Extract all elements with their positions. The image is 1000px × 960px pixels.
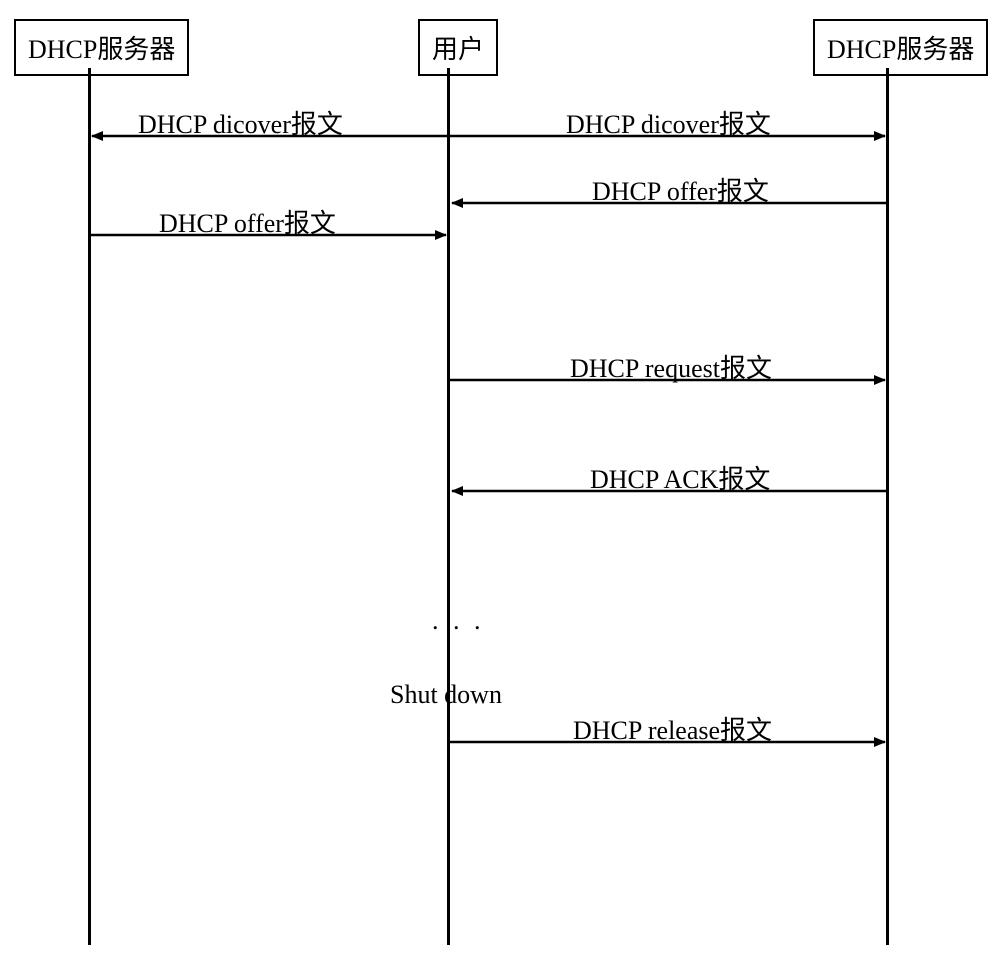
- msg-discover-left-label: DHCP dicover报文: [138, 104, 343, 141]
- participant-left: DHCP服务器: [14, 19, 189, 76]
- participant-middle: 用户: [418, 19, 498, 76]
- participant-right: DHCP服务器: [813, 19, 988, 76]
- msg-ack-label: DHCP ACK报文: [590, 459, 770, 496]
- msg-release-label: DHCP release报文: [573, 710, 772, 747]
- participant-left-label: DHCP服务器: [28, 35, 175, 64]
- arrows-layer: [0, 0, 1000, 960]
- lifeline-right: [886, 68, 889, 945]
- lifeline-middle: [447, 68, 450, 945]
- msg-offer-left-label: DHCP offer报文: [159, 203, 336, 240]
- participant-right-label: DHCP服务器: [827, 35, 974, 64]
- shutdown-text: Shut down: [390, 680, 502, 710]
- msg-request-label: DHCP request报文: [570, 348, 772, 385]
- msg-offer-right-label: DHCP offer报文: [592, 171, 769, 208]
- lifeline-left: [88, 68, 91, 945]
- msg-discover-right-label: DHCP dicover报文: [566, 104, 771, 141]
- participant-middle-label: 用户: [432, 35, 484, 64]
- ellipsis-text: . . .: [432, 606, 485, 636]
